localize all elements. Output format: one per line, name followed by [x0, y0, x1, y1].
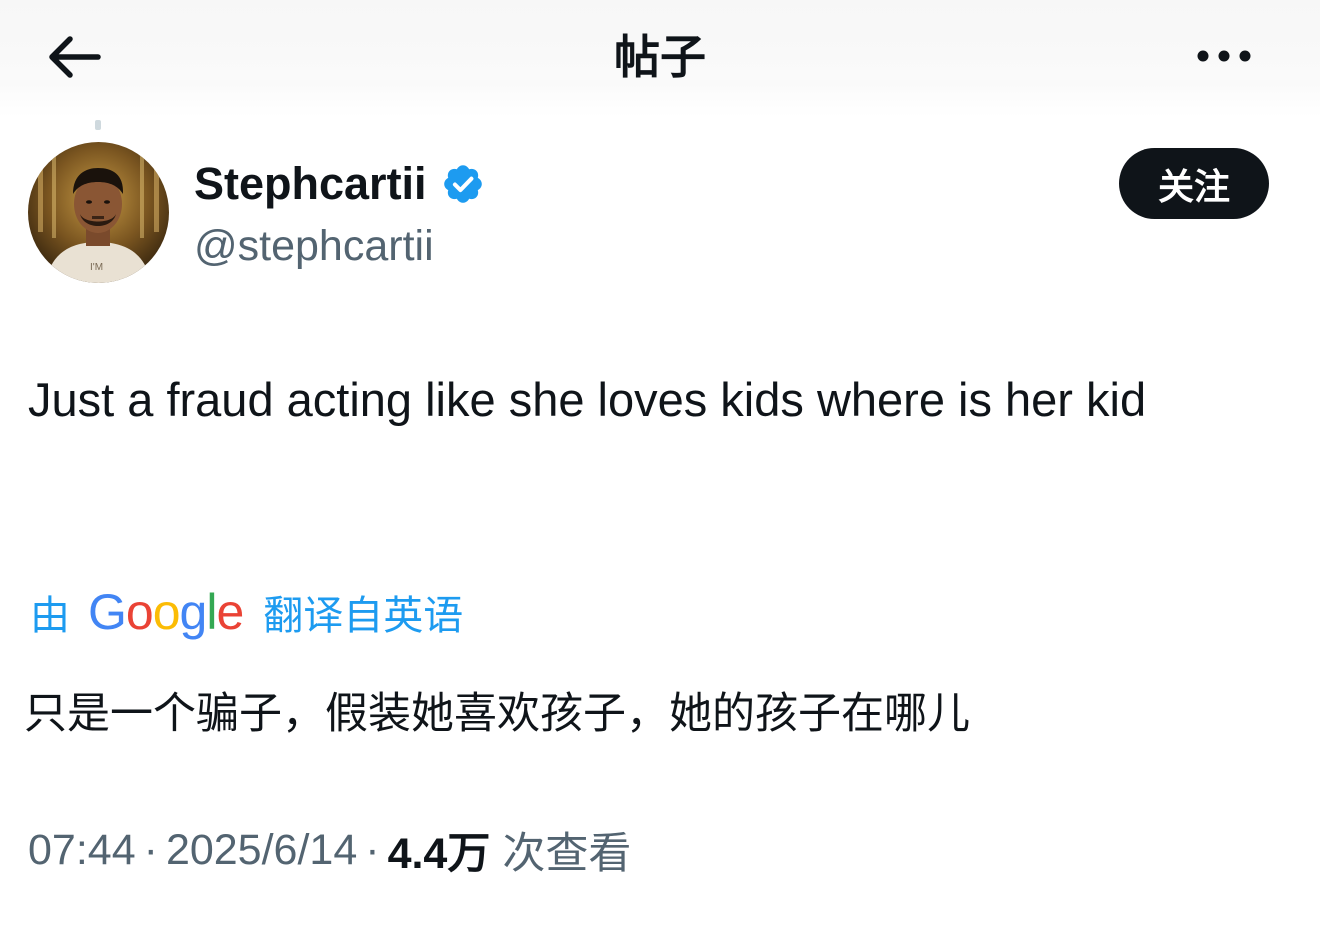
svg-text:I'M: I'M: [90, 262, 103, 273]
translated-text: 只是一个骗子，假装她喜欢孩子，她的孩子在哪儿: [24, 690, 970, 738]
display-name[interactable]: Stephcartii: [194, 154, 427, 214]
views-count: 4.4万: [387, 830, 491, 878]
translation-attribution[interactable]: 由 Google 翻译自英语: [30, 580, 463, 644]
avatar-image: I'M: [28, 142, 169, 283]
translated-by-label: 由: [30, 594, 70, 638]
views-label: 次查看: [502, 830, 632, 878]
avatar[interactable]: I'M: [28, 142, 169, 283]
page-title: 帖子: [614, 31, 706, 83]
author-name-row: Stephcartii: [194, 152, 485, 216]
post-time[interactable]: 07:44: [28, 826, 136, 875]
more-horizontal-icon: [1197, 50, 1251, 62]
follow-button[interactable]: 关注: [1119, 148, 1269, 219]
more-options-button[interactable]: [1188, 30, 1260, 82]
post-detail-page: 帖子 I'M Stephcartii @stephcartii 关注 Just …: [0, 0, 1320, 926]
top-bar: 帖子: [0, 0, 1320, 118]
verified-badge-icon: [443, 165, 482, 203]
post-meta: 07:44 · 2025/6/14 · 4.4万 次查看: [28, 818, 631, 882]
post-date[interactable]: 2025/6/14: [166, 826, 357, 875]
google-logo: Google: [88, 584, 244, 640]
translated-from-english-label: 翻译自英语: [263, 594, 464, 638]
author-handle[interactable]: @stephcartii: [194, 216, 434, 276]
tweet-text: Just a fraud acting like she loves kids …: [28, 373, 1147, 426]
meta-separator: ·: [365, 825, 380, 874]
thread-connector: [95, 120, 101, 130]
meta-separator: ·: [143, 825, 158, 874]
